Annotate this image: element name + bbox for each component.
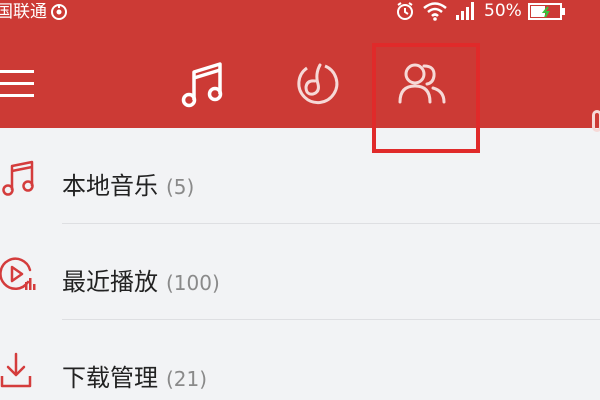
carrier-name: 国联通 [0, 2, 47, 22]
hotspot-icon [51, 4, 67, 20]
list-item-count: (5) [166, 175, 195, 199]
nav-bar [0, 40, 600, 132]
signal-icon [456, 2, 474, 20]
alarm-icon [397, 2, 413, 20]
list-item-text: 下载管理 (21) [62, 358, 208, 392]
list-item-text: 本地音乐 (5) [62, 166, 195, 200]
tab-discover[interactable] [285, 54, 345, 114]
battery-percent: 50% [484, 1, 522, 21]
list-item-recent-play[interactable]: 最近播放 (100) [0, 224, 600, 320]
list-item-count: (100) [166, 271, 220, 295]
discover-icon [297, 63, 339, 105]
list-item-local-music[interactable]: 本地音乐 (5) [0, 128, 600, 224]
status-icons: 50% [394, 0, 568, 22]
library-list: 本地音乐 (5) 最近播放 (100) 下载管理 (21) [0, 128, 600, 400]
wifi-icon [423, 2, 447, 21]
menu-button[interactable] [0, 64, 40, 104]
battery-icon [527, 3, 565, 20]
music-note-icon [181, 62, 223, 108]
list-item-download-manager[interactable]: 下载管理 (21) [0, 320, 600, 400]
list-item-text: 最近播放 (100) [62, 262, 220, 296]
music-file-icon [0, 156, 38, 200]
tab-music[interactable] [175, 54, 235, 114]
list-item-title: 最近播放 [62, 268, 158, 296]
list-item-title: 本地音乐 [62, 172, 158, 200]
status-bar: 国联通 50% [0, 0, 600, 40]
carrier-info: 国联通 [0, 1, 68, 23]
download-icon [0, 348, 38, 392]
hamburger-menu-icon [0, 70, 34, 97]
list-item-count: (21) [166, 367, 208, 391]
list-item-title: 下载管理 [62, 364, 158, 392]
recent-play-icon [0, 252, 38, 296]
